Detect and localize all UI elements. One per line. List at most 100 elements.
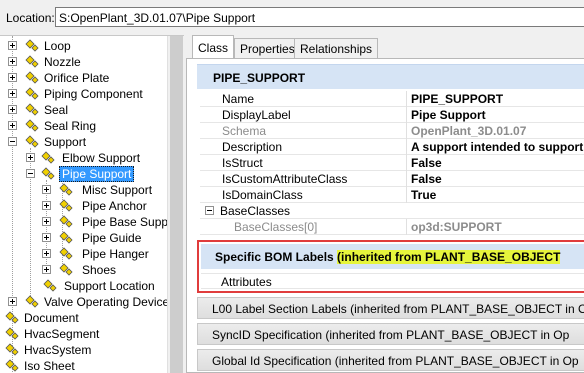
property-row[interactable]: Description A support intended to suppor… (200, 139, 584, 155)
property-value: True (411, 188, 437, 202)
tree-scrollbar[interactable] (167, 36, 184, 373)
class-icon (59, 215, 73, 228)
section-syncid[interactable]: SyncID Specification (inherited from PLA… (197, 323, 584, 345)
property-value: PIPE_SUPPORT (411, 92, 504, 106)
property-row[interactable]: IsDomainClass True (200, 187, 584, 203)
property-value: False (411, 172, 442, 186)
property-value: A support intended to support a (411, 140, 584, 154)
tree-item-label: Pipe Guide (82, 231, 142, 245)
property-key: IsCustomAttributeClass (222, 172, 348, 186)
property-key: BaseClasses (220, 204, 291, 218)
property-row[interactable]: Name PIPE_SUPPORT (200, 91, 584, 107)
property-key: IsStruct (222, 156, 263, 170)
class-tree[interactable]: Loop Nozzle Orifice Plate Piping Compone… (0, 35, 184, 373)
tree-item-label: Orifice Plate (44, 71, 110, 85)
bom-labels-section: Specific BOM Labels (inherited from PLAN… (197, 240, 584, 293)
property-row[interactable]: Schema OpenPlant_3D.01.07 (200, 123, 584, 139)
tree-item-label: Pipe Hanger (82, 247, 149, 261)
collapse-icon[interactable] (205, 206, 214, 215)
class-icon (25, 119, 39, 132)
expand-icon[interactable] (42, 201, 51, 210)
tree-item-label: Loop (44, 39, 71, 53)
tab-class[interactable]: Class (192, 35, 235, 59)
class-icon (25, 87, 39, 100)
expand-icon[interactable] (26, 153, 35, 162)
bom-labels-title: Specific BOM Labels (215, 250, 334, 264)
property-key: Name (222, 92, 255, 106)
class-icon (25, 103, 39, 116)
property-grid: Name PIPE_SUPPORT DisplayLabel Pipe Supp… (200, 91, 584, 235)
property-key: DisplayLabel (222, 108, 291, 122)
property-key: Description (222, 140, 283, 154)
expand-icon[interactable] (8, 57, 17, 66)
section-global-id[interactable]: Global Id Specification (inherited from … (197, 349, 584, 371)
tree-item-label: Seal (44, 103, 69, 117)
expand-icon[interactable] (42, 265, 51, 274)
class-icon (25, 55, 39, 68)
class-icon (41, 167, 55, 180)
class-section-header[interactable]: PIPE_SUPPORT (197, 64, 584, 89)
tree-item-label: Iso Sheet (24, 359, 75, 373)
attributes-label: Attributes (221, 275, 272, 289)
property-row[interactable]: IsStruct False (200, 155, 584, 171)
property-row[interactable]: DisplayLabel Pipe Support (200, 107, 584, 123)
expand-icon[interactable] (42, 249, 51, 258)
class-icon (59, 231, 73, 244)
tab-relationships[interactable]: Relationships (294, 38, 379, 58)
class-icon (25, 71, 39, 84)
class-icon (5, 327, 19, 340)
expand-icon[interactable] (42, 233, 51, 242)
expand-icon[interactable] (8, 297, 17, 306)
tree-item-label: Pipe Anchor (82, 199, 147, 213)
tree-item-label: Nozzle (44, 55, 81, 69)
class-icon (5, 359, 19, 372)
expand-icon[interactable] (8, 121, 17, 130)
tree-item-label: Piping Component (44, 87, 143, 101)
location-label: Location: (6, 11, 55, 25)
expand-icon[interactable] (8, 73, 17, 82)
collapse-icon[interactable] (8, 137, 17, 146)
attributes-row[interactable]: Attributes (201, 273, 584, 289)
class-content: PIPE_SUPPORT Name PIPE_SUPPORT DisplayLa… (186, 58, 584, 373)
tree-item-label: Support Location (64, 279, 155, 293)
expand-icon[interactable] (42, 217, 51, 226)
class-icon (59, 247, 73, 260)
class-icon (59, 263, 73, 276)
tree-item-label: Document (24, 311, 79, 325)
expand-icon[interactable] (8, 41, 17, 50)
tree-item-label: Misc Support (82, 183, 153, 197)
expand-icon[interactable] (8, 89, 17, 98)
property-key: IsDomainClass (222, 188, 303, 202)
scrollbar-thumb[interactable] (170, 36, 183, 373)
tree-item-label: Pipe Base Suppo (82, 215, 175, 229)
property-value: False (411, 156, 442, 170)
property-row-baseclasses[interactable]: BaseClasses (200, 203, 584, 219)
section-l00-labels[interactable]: L00 Label Section Labels (inherited from… (197, 297, 584, 319)
collapse-icon[interactable] (26, 169, 35, 178)
tree-item-label: HvacSegment (24, 327, 100, 341)
tree-item-label: Pipe Support (59, 166, 135, 182)
class-icon (5, 311, 19, 324)
tree-item-label: Shoes (82, 263, 117, 277)
details-panel: Class Properties Relationships PIPE_SUPP… (186, 35, 584, 373)
property-row[interactable]: BaseClasses[0] op3d:SUPPORT (200, 219, 584, 235)
class-icon (25, 135, 39, 148)
property-value: OpenPlant_3D.01.07 (411, 124, 527, 138)
class-icon (41, 151, 55, 164)
class-icon (59, 183, 73, 196)
class-icon (25, 39, 39, 52)
expand-icon[interactable] (42, 185, 51, 194)
property-key: Schema (222, 124, 267, 138)
bom-inherited-label: (inherited from PLANT_BASE_OBJECT (337, 250, 561, 264)
tab-properties[interactable]: Properties (234, 38, 301, 58)
tree-item-label: Support (44, 135, 87, 149)
tab-strip: Class Properties Relationships (186, 35, 584, 59)
property-row[interactable]: IsCustomAttributeClass False (200, 171, 584, 187)
location-input[interactable]: S:OpenPlant_3D.01.07\Pipe Support (55, 7, 584, 27)
tree-item-label: Valve Operating Device (44, 295, 170, 309)
tree-item-label: Elbow Support (62, 151, 141, 165)
class-icon (43, 279, 57, 292)
bom-labels-header[interactable]: Specific BOM Labels (inherited from PLAN… (201, 244, 584, 269)
expand-icon[interactable] (8, 105, 17, 114)
class-icon (5, 343, 19, 356)
